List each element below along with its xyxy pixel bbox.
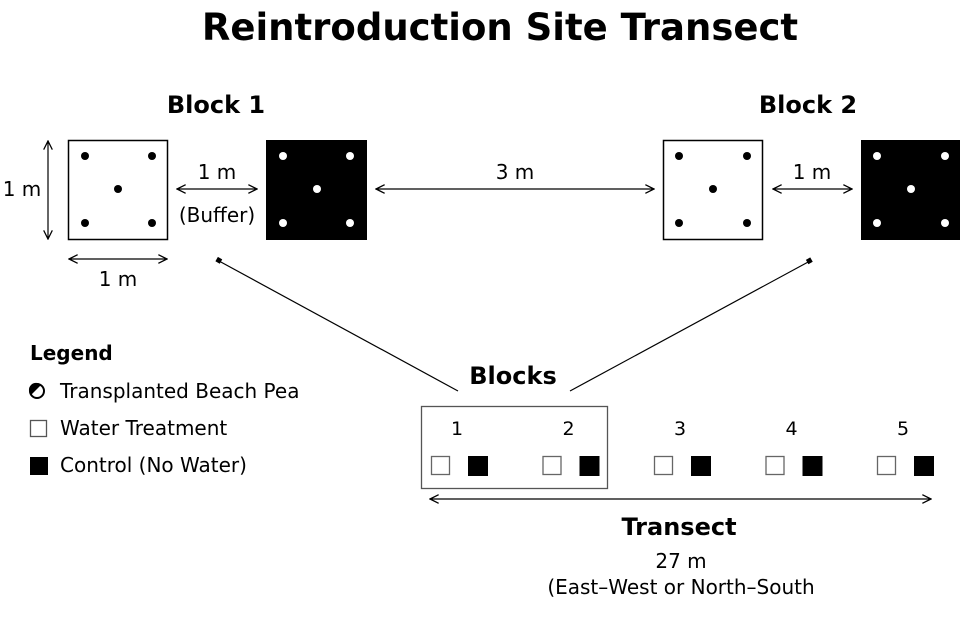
highlighted-blocks-frame [420, 405, 609, 490]
callout-line-block-1 [218, 260, 459, 392]
transect-orientation: (East–West or North–South [547, 575, 814, 599]
transect-diagram: Reintroduction Site Transect Block 1 Blo… [3, 6, 960, 599]
legend-label-control: Control (No Water) [60, 453, 247, 477]
block-1-heading: Block 1 [167, 91, 265, 119]
control-plot [691, 456, 711, 476]
half-filled-circle-icon [28, 382, 45, 399]
water-treatment-plot [430, 455, 451, 476]
overview-block-2: 2 [542, 418, 600, 476]
plant-dot [709, 185, 717, 193]
control-plot [802, 456, 823, 476]
plant-dot [148, 152, 156, 160]
water-treatment-plot [653, 455, 674, 476]
overview-block-3: 3 [653, 418, 711, 476]
overview-block-row: 1 2 3 4 5 [430, 418, 934, 476]
plant-dot [873, 152, 881, 160]
control-plot [579, 456, 600, 476]
open-square-icon [29, 419, 48, 438]
plant-dot [81, 219, 89, 227]
plant-dot [114, 185, 122, 193]
legend-label-water: Water Treatment [60, 416, 227, 440]
overview-block-5: 5 [876, 418, 934, 476]
transect-length: 27 m [655, 549, 706, 573]
block-2-water-plot [662, 139, 764, 241]
filled-square-icon [30, 457, 48, 475]
between-blocks-distance-label: 3 m [496, 160, 535, 184]
water-treatment-plot [542, 455, 562, 476]
plant-dot [941, 152, 949, 160]
block-number-label: 2 [562, 418, 574, 440]
plant-dot [675, 219, 683, 227]
diagram-title: Reintroduction Site Transect [202, 6, 798, 49]
plant-dot [346, 219, 354, 227]
block-2-buffer-distance-label: 1 m [793, 160, 832, 184]
water-treatment-plot [765, 455, 785, 476]
legend-title: Legend [30, 341, 113, 365]
block-2-heading: Block 2 [759, 91, 857, 119]
plant-dot [279, 219, 287, 227]
block-1-water-plot [67, 139, 169, 241]
buffer-distance-label: 1 m [198, 160, 237, 184]
plant-dot [313, 185, 321, 193]
plant-dot [148, 219, 156, 227]
overview-block-4: 4 [765, 418, 823, 476]
plant-dot [675, 152, 683, 160]
plant-dot [907, 185, 915, 193]
width-dimension-label: 1 m [99, 267, 138, 291]
control-plot [914, 456, 934, 476]
plant-dot [346, 152, 354, 160]
block-number-label: 1 [451, 418, 463, 440]
plant-dot [743, 152, 751, 160]
block-1-control-plot [266, 140, 367, 240]
transect-label: Transect [621, 513, 736, 541]
control-plot [468, 456, 488, 476]
overview-block-1: 1 [430, 418, 488, 476]
blocks-heading: Blocks [469, 362, 556, 390]
plant-dot [743, 219, 751, 227]
block-2-control-plot [861, 140, 960, 240]
callout-line-block-2 [569, 260, 811, 392]
plant-dot [873, 219, 881, 227]
block-number-label: 5 [897, 418, 909, 440]
water-treatment-plot [876, 455, 897, 476]
block-number-label: 3 [674, 418, 686, 440]
plant-dot [279, 152, 287, 160]
block-number-label: 4 [785, 418, 797, 440]
plant-dot [941, 219, 949, 227]
plant-dot [81, 152, 89, 160]
legend-label-transplanted: Transplanted Beach Pea [59, 379, 299, 403]
height-dimension-label: 1 m [3, 177, 42, 201]
buffer-label: (Buffer) [179, 203, 255, 227]
